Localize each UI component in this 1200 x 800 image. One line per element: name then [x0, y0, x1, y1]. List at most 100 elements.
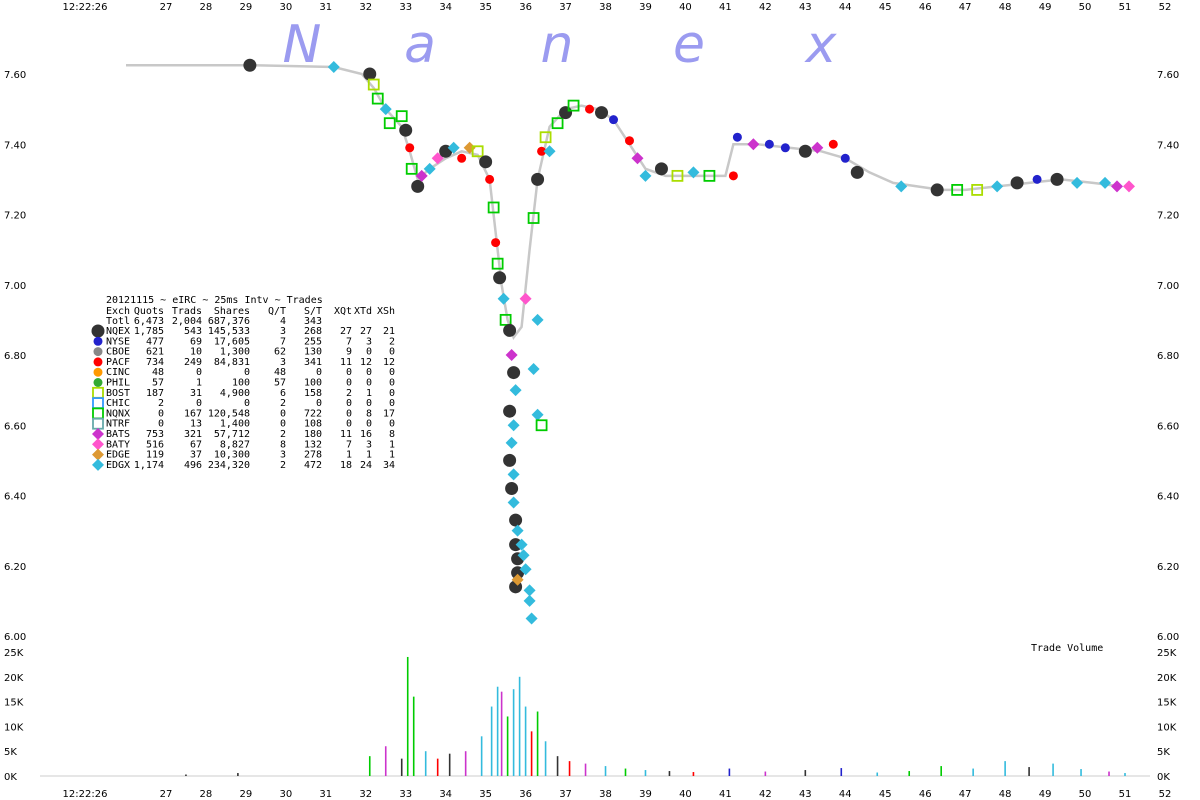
legend-row-cell: 496 [184, 460, 202, 471]
trade-point [509, 513, 523, 527]
legend-marker [92, 407, 104, 420]
trade-point [798, 144, 812, 158]
bottom-time-axis: 12:22:26 27 28 29 30 31 32 33 34 35 36 37 38 39 40 41 42… [63, 789, 1172, 800]
trade-point [405, 143, 415, 153]
volume-bar [940, 766, 942, 776]
top-x-tick: 36 [519, 2, 532, 13]
y-tick-left: 7.40 [4, 140, 26, 151]
top-x-tick: 50 [1079, 2, 1092, 13]
top-x-tick: 42 [759, 2, 772, 13]
volume-tick-right: 15K [1157, 698, 1177, 709]
y-tick-left: 6.20 [4, 562, 26, 573]
top-x-tick: 43 [799, 2, 812, 13]
volume-bar [1080, 769, 1082, 776]
volume-bar [972, 768, 974, 776]
bottom-x-tick: 35 [479, 789, 492, 800]
legend-marker [93, 336, 103, 346]
trade-point [850, 165, 864, 179]
bottom-x-tick: 12:22:26 [63, 789, 108, 800]
legend-marker [93, 357, 103, 367]
trade-point [505, 436, 518, 449]
legend-row-cell: 234,320 [208, 460, 250, 471]
trade-point [559, 106, 573, 120]
legend-row-cell: 18 [340, 460, 352, 471]
volume-bar [368, 756, 371, 776]
legend-header-cell: XTd [354, 306, 372, 317]
bottom-x-tick: 46 [919, 789, 932, 800]
watermark-letter: e [673, 15, 705, 75]
trade-point [1032, 174, 1042, 184]
volume-bar [544, 741, 547, 776]
trade-point [1122, 180, 1135, 193]
y-tick-left: 6.00 [4, 632, 26, 643]
volume-tick-left: 0K [4, 772, 17, 783]
top-x-tick: 51 [1119, 2, 1132, 13]
bottom-x-tick: 41 [719, 789, 732, 800]
bottom-x-tick: 36 [519, 789, 532, 800]
top-x-tick: 47 [959, 2, 972, 13]
volume-tick-right: 20K [1157, 673, 1177, 684]
trade-point [764, 139, 774, 149]
volume-tick-left: 10K [4, 722, 24, 733]
volume-bar [728, 768, 731, 776]
price-axis-right: 7.60 7.40 7.20 7.00 6.80 6.60 6.40 6.20 6.00 [1157, 70, 1179, 643]
trade-point [828, 139, 838, 149]
top-x-tick: 44 [839, 2, 852, 13]
trade-point [523, 594, 536, 607]
volume-axis-left: 25K 20K 15K 10K 5K 0K [4, 648, 24, 783]
legend-marker [92, 417, 104, 430]
volume-bar [1028, 767, 1030, 776]
y-tick-right: 6.20 [1157, 562, 1179, 573]
top-x-tick: 41 [719, 2, 732, 13]
volume-bar [406, 656, 409, 776]
trade-point [411, 179, 425, 193]
volume-bars [185, 656, 1126, 776]
top-x-tick: 12:22:26 [63, 2, 108, 13]
volume-bar [524, 706, 527, 776]
trade-point [457, 153, 467, 163]
exchange-legend: 20121115 ~ eIRC ~ 25ms Intv ~ Trades Exc… [91, 295, 395, 471]
trade-point [493, 271, 507, 285]
trade-point [747, 138, 760, 151]
volume-tick-right: 25K [1157, 648, 1177, 659]
trade-point [507, 496, 520, 509]
trade-point [511, 524, 524, 537]
y-tick-right: 7.60 [1157, 70, 1179, 81]
volume-tick-right: 10K [1157, 722, 1177, 733]
y-tick-left: 6.40 [4, 492, 26, 503]
volume-bar [692, 772, 695, 776]
trade-point [531, 408, 544, 421]
legend-row-cell: 472 [304, 460, 322, 471]
bottom-x-tick: 27 [160, 789, 173, 800]
bottom-x-tick: 40 [679, 789, 692, 800]
bottom-x-tick: 49 [1039, 789, 1052, 800]
volume-bar [237, 773, 239, 776]
legend-marker [93, 378, 103, 387]
price-axis-left: 7.60 7.40 7.20 7.00 6.80 6.60 6.40 6.20 6.00 [4, 70, 26, 643]
trade-point [531, 313, 544, 326]
volume-bar [804, 770, 807, 776]
trade-point [505, 349, 518, 361]
volume-bar [908, 771, 911, 776]
bottom-x-tick: 38 [599, 789, 612, 800]
top-x-tick: 49 [1039, 2, 1052, 13]
legend-marker [92, 458, 104, 471]
top-x-tick: 27 [160, 2, 173, 13]
trade-chart: 12:22:26 27 28 29 30 31 32 33 34 35 36 37 38 39 40 41 42… [4, 2, 1179, 800]
bottom-x-tick: 42 [759, 789, 772, 800]
trade-point [395, 110, 408, 123]
top-x-tick: 31 [319, 2, 332, 13]
y-tick-left: 6.80 [4, 351, 26, 362]
trade-point [243, 58, 257, 72]
y-tick-right: 6.00 [1157, 632, 1179, 643]
trade-point [991, 180, 1004, 193]
volume-bar [384, 746, 387, 776]
bottom-x-tick: 37 [559, 789, 572, 800]
watermark-letter: n [541, 15, 574, 75]
nanex-watermark: Nanex [283, 15, 838, 75]
trade-point [503, 453, 517, 467]
volume-bar [512, 689, 515, 776]
trade-point [654, 162, 668, 176]
watermark-letter: a [404, 15, 436, 75]
volume-label: Trade Volume [1031, 643, 1103, 654]
